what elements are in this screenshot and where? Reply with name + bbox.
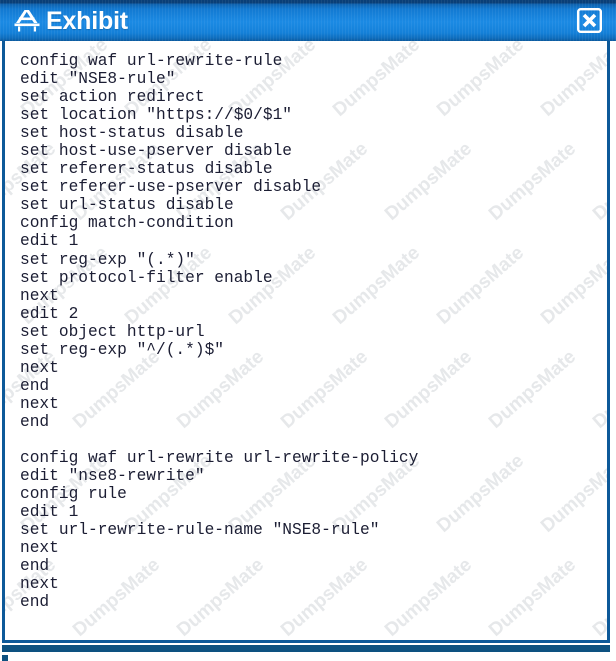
easel-exhibit-icon [14,9,40,32]
close-icon[interactable] [577,8,603,34]
cli-config-text: config waf url-rewrite-rule edit "NSE8-r… [20,52,419,612]
exhibit-window: Exhibit DumpsMate DumpsMate DumpsMate Dumps… [0,0,616,652]
title-bar: Exhibit [0,0,616,41]
window-bottom-bar [2,645,610,652]
exhibit-content-area: DumpsMate DumpsMate DumpsMate DumpsMate Dump… [2,41,610,643]
window-title: Exhibit [46,7,128,35]
window-bottom-tab [2,655,8,661]
